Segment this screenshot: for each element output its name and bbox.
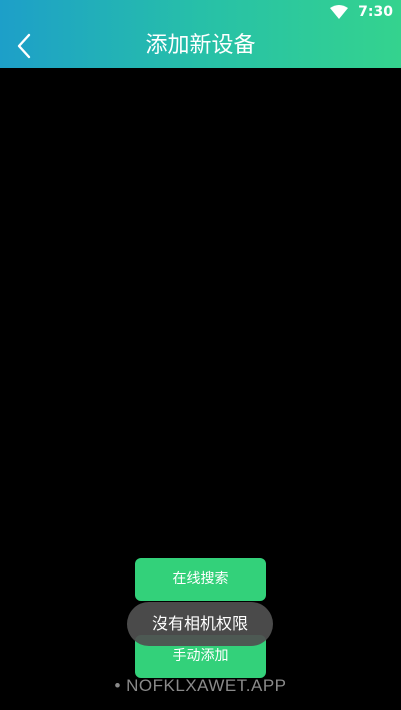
title-bar: 添加新设备	[0, 24, 401, 68]
toast-message: 沒有相机权限	[127, 602, 273, 646]
status-bar: 7:30	[0, 0, 401, 24]
watermark: • NOFKLXAWET.APP	[114, 676, 287, 695]
status-time: 7:30	[358, 4, 393, 20]
online-search-button[interactable]: 在线搜索	[135, 558, 266, 601]
wifi-icon	[330, 5, 349, 19]
page-title: 添加新设备	[145, 33, 256, 58]
